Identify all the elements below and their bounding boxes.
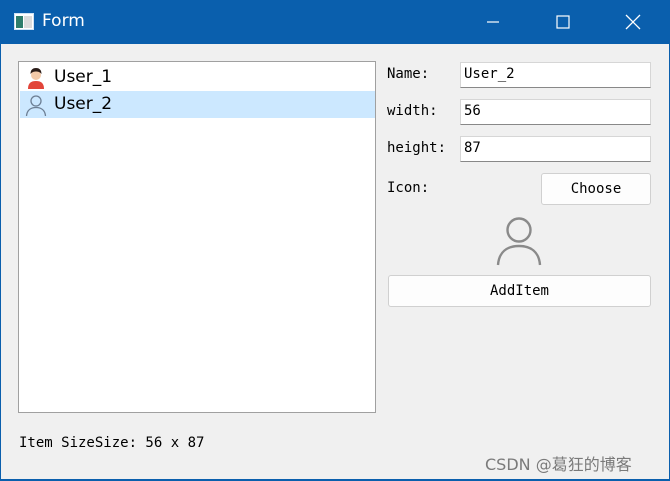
icon-label: Icon: <box>387 180 430 196</box>
name-label: Name: <box>387 66 430 82</box>
maximize-icon <box>556 15 570 29</box>
user-list[interactable]: User_1 User_2 <box>18 61 376 413</box>
list-item-label: User_1 <box>54 67 113 87</box>
width-label: width: <box>387 103 438 119</box>
width-input[interactable]: 56 <box>460 99 651 125</box>
app-window: Form User_1 User_2 Name: User_2 width: 5… <box>0 0 670 481</box>
maximize-button[interactable] <box>528 0 598 44</box>
height-input[interactable]: 87 <box>460 136 651 162</box>
item-size-status: Item SizeSize: 56 x 87 <box>19 435 205 451</box>
list-item-label: User_2 <box>54 94 113 114</box>
name-input[interactable]: User_2 <box>460 62 651 88</box>
minimize-icon <box>487 21 499 23</box>
minimize-button[interactable] <box>458 0 528 44</box>
height-label: height: <box>387 140 447 156</box>
list-item-user-1[interactable]: User_1 <box>20 64 375 91</box>
form-client-area: User_1 User_2 Name: User_2 width: 56 hei… <box>1 44 669 479</box>
add-item-button[interactable]: AddItem <box>388 275 651 307</box>
list-item-user-2[interactable]: User_2 <box>20 91 375 118</box>
window-title: Form <box>42 11 85 31</box>
close-button[interactable] <box>598 0 668 44</box>
csdn-watermark: CSDN @葛狂的博客 <box>485 455 632 474</box>
user-outline-icon <box>496 217 542 266</box>
user-outline-icon <box>25 95 47 117</box>
user-avatar-red-icon <box>28 68 44 89</box>
app-window-icon <box>14 13 34 30</box>
close-icon <box>625 14 641 30</box>
title-bar[interactable]: Form <box>0 0 670 44</box>
choose-button[interactable]: Choose <box>541 173 651 205</box>
